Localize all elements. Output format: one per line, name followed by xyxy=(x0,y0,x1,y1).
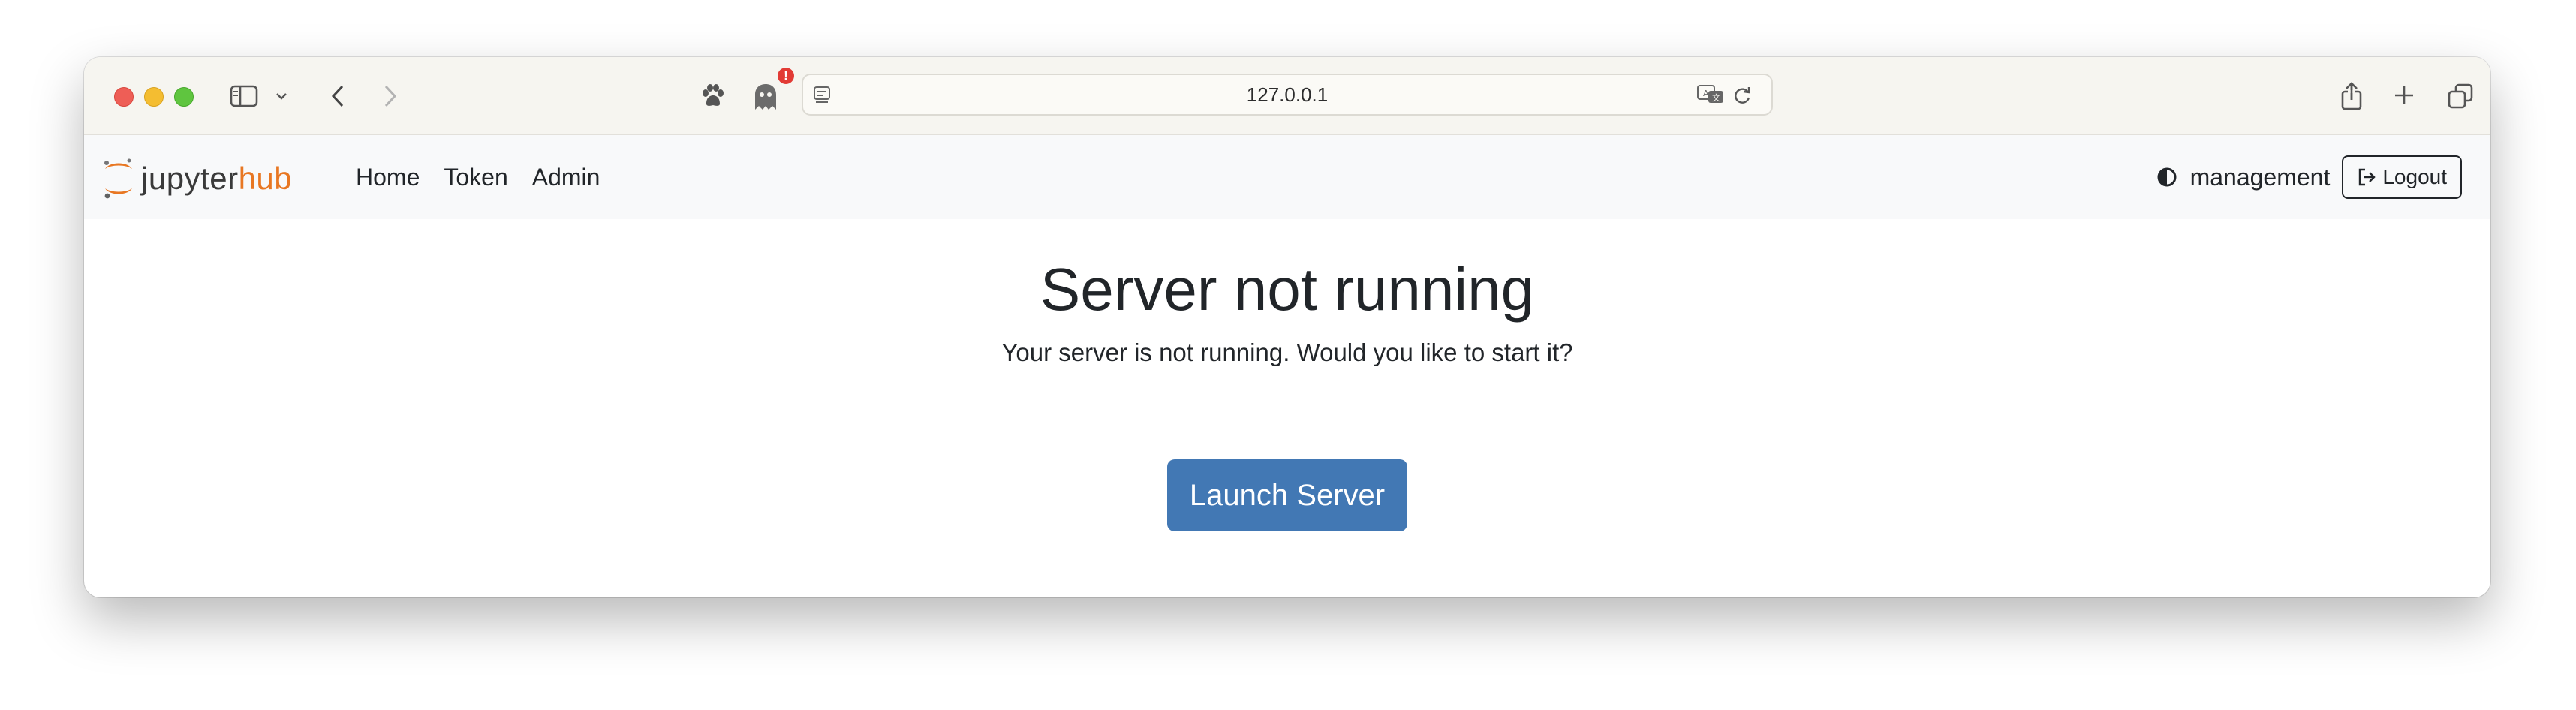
jupyterhub-logo[interactable]: jupyterhub xyxy=(102,156,292,201)
browser-toolbar: ! 127.0.0.1 A文 xyxy=(84,57,2490,135)
back-arrow-icon[interactable] xyxy=(329,83,347,110)
address-bar[interactable]: 127.0.0.1 A文 xyxy=(802,74,1773,116)
url-text[interactable]: 127.0.0.1 xyxy=(803,75,1771,114)
logout-label: Logout xyxy=(2382,165,2447,188)
share-icon[interactable] xyxy=(2339,80,2364,113)
jupyter-logo-icon xyxy=(104,158,132,199)
translate-icon[interactable]: A文 xyxy=(1696,83,1726,107)
page-title: Server not running xyxy=(1040,256,1535,323)
reload-icon[interactable] xyxy=(1731,84,1753,107)
logout-button[interactable]: Logout xyxy=(2342,155,2462,199)
nav-link-token[interactable]: Token xyxy=(444,164,507,191)
contrast-icon[interactable] xyxy=(2156,166,2178,188)
screenshot-stage: ! 127.0.0.1 A文 jupyterhub Home Token Adm… xyxy=(0,0,2576,710)
minimize-window-button[interactable] xyxy=(144,87,164,107)
logout-icon xyxy=(2359,168,2376,186)
logo-text-hub: hub xyxy=(238,161,293,196)
navbar-user-area: management Logout xyxy=(2156,135,2462,219)
paw-icon[interactable] xyxy=(698,81,728,111)
ghost-icon[interactable] xyxy=(751,80,781,113)
nav-links: Home Token Admin xyxy=(356,135,624,219)
page-subtitle: Your server is not running. Would you li… xyxy=(1001,338,1573,366)
tabs-overview-icon[interactable] xyxy=(2445,81,2475,111)
nav-link-home[interactable]: Home xyxy=(356,164,420,191)
close-window-button[interactable] xyxy=(114,87,134,107)
username-label: management xyxy=(2189,163,2331,191)
plus-icon[interactable] xyxy=(2391,83,2417,108)
nav-link-admin[interactable]: Admin xyxy=(532,164,600,191)
main-content: Server not running Your server is not ru… xyxy=(84,219,2490,597)
svg-text:文: 文 xyxy=(1712,92,1720,103)
svg-text:A: A xyxy=(1703,89,1709,98)
sidebar-icon[interactable] xyxy=(228,84,260,108)
jupyterhub-navbar: jupyterhub Home Token Admin management L… xyxy=(84,135,2490,219)
browser-window: ! 127.0.0.1 A文 jupyterhub Home Token Adm… xyxy=(84,57,2490,597)
zoom-window-button[interactable] xyxy=(174,87,194,107)
extension-alert-badge: ! xyxy=(778,68,794,84)
logo-text-jupyter: jupyter xyxy=(141,161,239,196)
forward-arrow-icon[interactable] xyxy=(381,83,399,110)
chevron-down-icon[interactable] xyxy=(275,89,288,104)
launch-server-button[interactable]: Launch Server xyxy=(1167,459,1407,531)
logo-wordmark: jupyterhub xyxy=(141,161,292,197)
